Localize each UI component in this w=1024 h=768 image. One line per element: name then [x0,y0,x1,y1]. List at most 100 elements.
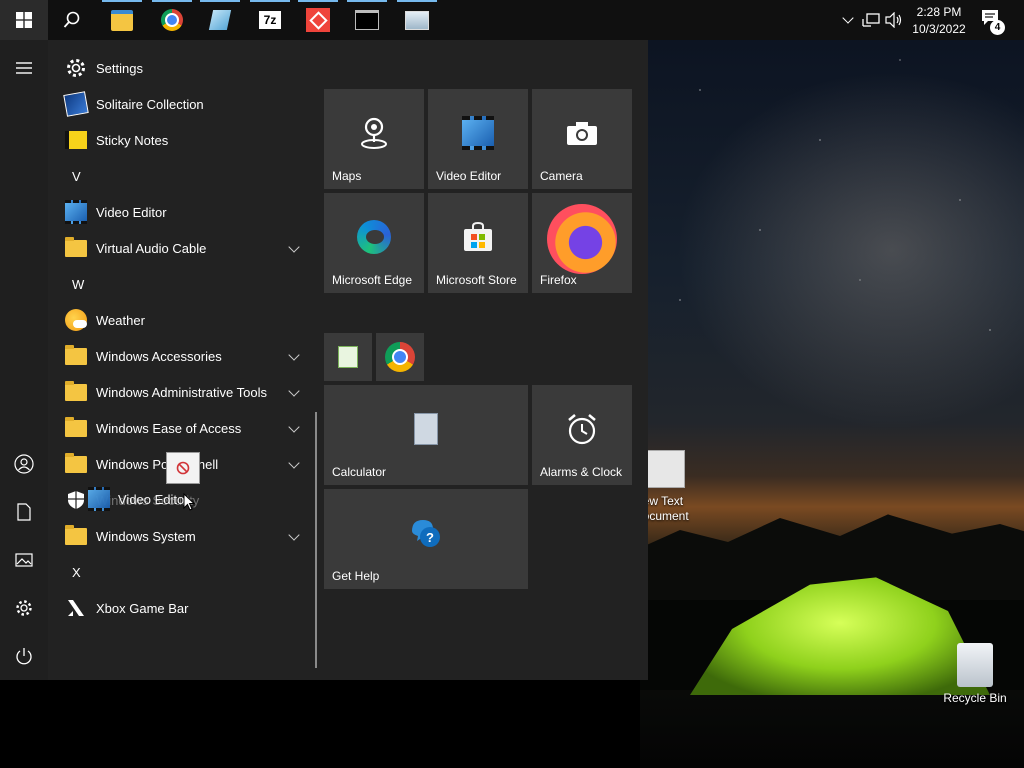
app-label: Xbox Game Bar [96,600,189,616]
settings-rail-button[interactable] [0,584,48,632]
chrome-icon [161,9,183,31]
chevron-down-icon [288,241,300,253]
tile-label: Alarms & Clock [540,465,623,479]
text-document-icon [643,450,685,488]
app-list-scrollbar[interactable] [315,412,317,668]
firefox-icon [547,204,617,274]
taskbar-search-button[interactable] [48,0,96,40]
app-label: Windows Accessories [96,348,222,364]
tile-label: Microsoft Edge [332,273,413,287]
volume-button[interactable] [885,0,903,40]
maps-icon [361,117,387,149]
app-label: Weather [96,312,145,328]
tile-camera[interactable]: Camera [532,89,632,189]
mouse-cursor-icon [183,493,195,511]
app-label: Video Editor [96,204,167,220]
app-windows-system[interactable]: Windows System [48,518,314,554]
chevron-down-icon [288,529,300,541]
film-icon [88,487,110,511]
film-icon [65,200,87,224]
7zip-icon: 7z [259,11,281,29]
taskbar-7zip[interactable]: 7z [246,0,294,40]
app-label: Solitaire Collection [96,96,204,112]
tile-alarms-clock[interactable]: Alarms & Clock [532,385,632,485]
chrome-icon [385,342,415,372]
expand-menu-button[interactable] [0,44,48,92]
taskbar-chrome[interactable] [148,0,196,40]
tile-calculator[interactable]: Calculator [324,385,528,485]
taskbar-file-explorer[interactable] [98,0,146,40]
notepad-icon [208,10,232,30]
folder-icon [65,344,87,365]
tile-video-editor[interactable]: Video Editor [428,89,528,189]
tile-maps[interactable]: Maps [324,89,424,189]
svg-text:?: ? [426,530,434,545]
start-menu-rail [0,40,48,680]
no-entry-icon [176,461,190,475]
app-xbox-game-bar[interactable]: Xbox Game Bar [48,590,314,626]
user-icon [14,454,34,474]
tile-label: Firefox [540,273,577,287]
anydesk-icon [306,8,330,32]
taskbar-notepad[interactable] [196,0,244,40]
app-weather[interactable]: Weather [48,302,314,338]
app-solitaire-collection[interactable]: Solitaire Collection [48,86,314,122]
taskbar-remote-desktop[interactable] [393,0,441,40]
power-button[interactable] [0,632,48,680]
app-settings[interactable]: Settings [48,50,314,86]
weather-icon [65,309,87,331]
tile-firefox[interactable]: Firefox [532,193,632,293]
tile-microsoft-store[interactable]: Microsoft Store [428,193,528,293]
app-sticky-notes[interactable]: Sticky Notes [48,122,314,158]
xbox-game-bar-icon [68,600,84,616]
account-button[interactable] [0,440,48,488]
letter-header-x[interactable]: X [48,554,314,590]
clock-time: 2:28 PM [916,5,962,19]
remote-desktop-icon [405,10,429,30]
folder-icon [65,452,87,473]
tile-microsoft-edge[interactable]: Microsoft Edge [324,193,424,293]
taskbar-anydesk[interactable] [294,0,342,40]
show-hidden-icons-button[interactable] [838,0,858,40]
tile-small-chrome[interactable] [376,333,424,381]
taskbar: 7z 2:28 PM 10/3/2022 4 [0,0,1024,40]
documents-button[interactable] [0,488,48,536]
letter-header-v[interactable]: V [48,158,314,194]
folder-icon [65,380,87,401]
gear-icon [67,59,85,77]
app-windows-accessories[interactable]: Windows Accessories [48,338,314,374]
app-virtual-audio-cable[interactable]: Virtual Audio Cable [48,230,314,266]
chevron-down-icon [288,349,300,361]
app-label: Windows Ease of Access [96,420,242,436]
notification-count-badge: 4 [990,20,1005,35]
drag-ghost-video-editor: Video Editor [62,484,189,514]
desktop-icon-recycle-bin[interactable]: Recycle Bin [940,643,1010,705]
calculator-icon [414,413,438,445]
desktop-icon-label: Recycle Bin [943,691,1007,705]
taskbar-terminal[interactable] [343,0,391,40]
edge-icon [357,220,391,254]
tile-get-help[interactable]: ? Get Help [324,489,528,589]
network-button[interactable] [862,0,880,40]
cards-icon [63,91,89,117]
app-label: Settings [96,60,143,76]
start-button[interactable] [0,0,48,40]
app-windows-administrative-tools[interactable]: Windows Administrative Tools [48,374,314,410]
taskbar-clock[interactable]: 2:28 PM 10/3/2022 [903,4,975,38]
hamburger-icon [16,62,32,74]
app-label: Windows Administrative Tools [96,384,267,400]
chevron-down-icon [288,421,300,433]
letter-header-w[interactable]: W [48,266,314,302]
clock-date: 10/3/2022 [912,22,966,36]
help-icon: ? [412,520,440,547]
camera-icon [567,122,597,145]
start-menu: Settings Solitaire Collection Sticky Not… [0,40,648,680]
pictures-button[interactable] [0,536,48,584]
app-windows-ease-of-access[interactable]: Windows Ease of Access [48,410,314,446]
document-icon [17,503,31,521]
app-video-editor[interactable]: Video Editor [48,194,314,230]
tile-small-spreadsheet[interactable] [324,333,372,381]
windows-logo-icon [16,12,32,28]
app-label: Sticky Notes [96,132,169,148]
chevron-down-icon [288,385,300,397]
